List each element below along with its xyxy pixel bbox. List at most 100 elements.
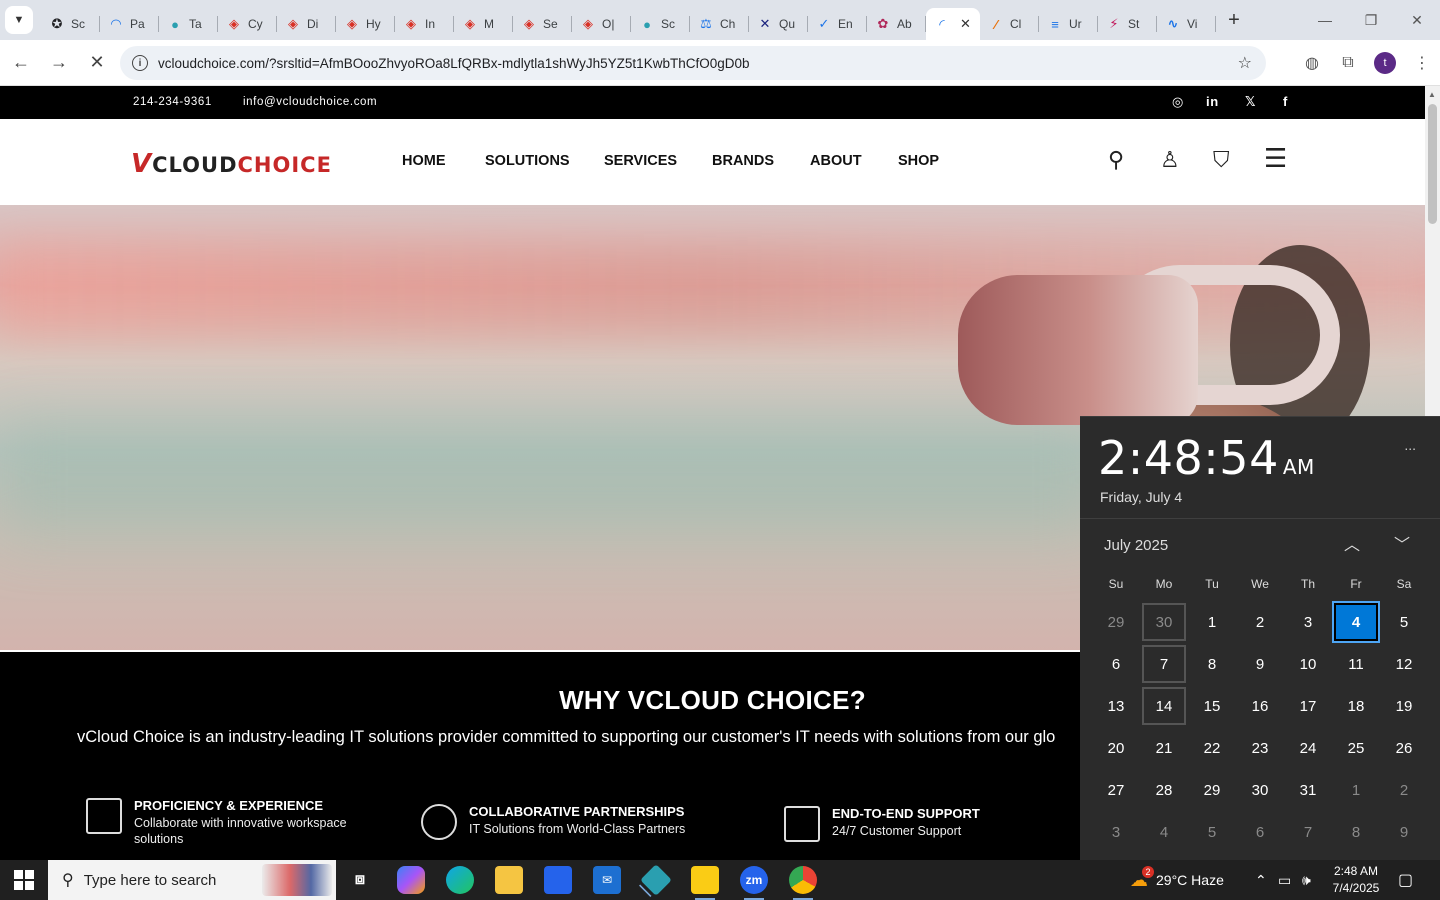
x-twitter-icon[interactable]: 𝕏 <box>1245 94 1256 110</box>
calendar-day[interactable]: 29 <box>1094 603 1138 641</box>
back-button[interactable]: ← <box>4 46 38 80</box>
browser-tab-0[interactable]: ✪ Sc <box>41 8 100 40</box>
calendar-day[interactable]: 14 <box>1142 687 1186 725</box>
browser-tab-12[interactable]: ✕ Qu <box>749 8 808 40</box>
calendar-day[interactable]: 17 <box>1286 687 1330 725</box>
close-tab-icon[interactable]: ✕ <box>960 16 971 32</box>
nav-about[interactable]: ABOUT <box>810 153 862 169</box>
calendar-day[interactable]: 8 <box>1334 813 1378 851</box>
browser-tab-1[interactable]: ◠ Pa <box>100 8 159 40</box>
taskbar-clock[interactable]: 2:48 AM 7/4/2025 <box>1330 863 1382 897</box>
chevron-up-icon[interactable]: ⌃ <box>1255 860 1267 900</box>
start-windows-icon[interactable] <box>14 870 34 890</box>
network-icon[interactable]: ▭ <box>1278 860 1291 900</box>
browser-tab-13[interactable]: ✓ En <box>808 8 867 40</box>
browser-tab-5[interactable]: ◈ Hy <box>336 8 395 40</box>
calendar-day[interactable]: 15 <box>1190 687 1234 725</box>
calendar-day[interactable]: 19 <box>1382 687 1426 725</box>
nav-home[interactable]: HOME <box>402 153 446 169</box>
menu-kebab-icon[interactable]: ⋮ <box>1404 53 1440 73</box>
calendar-day[interactable]: 2 <box>1382 771 1426 809</box>
calendar-day[interactable]: 5 <box>1382 603 1426 641</box>
calendar-day[interactable]: 30 <box>1238 771 1282 809</box>
mail-icon[interactable]: ✉ <box>593 866 621 894</box>
browser-tab-9[interactable]: ◈ O| <box>572 8 631 40</box>
notifications-icon[interactable]: ▢ <box>1398 860 1413 900</box>
linkedin-icon[interactable]: in <box>1206 94 1219 109</box>
address-bar[interactable]: i vcloudchoice.com/?srsltid=AfmBOooZhvyo… <box>120 46 1266 80</box>
previous-month-icon[interactable]: ︿ <box>1344 531 1360 555</box>
browser-tab-14[interactable]: ✿ Ab <box>867 8 926 40</box>
nav-services[interactable]: SERVICES <box>604 153 677 169</box>
browser-tab-after-1[interactable]: ≡ Ur <box>1039 8 1098 40</box>
site-info-icon[interactable]: i <box>132 55 148 71</box>
calendar-day[interactable]: 5 <box>1190 813 1234 851</box>
calendar-day[interactable]: 1 <box>1190 603 1234 641</box>
translate-icon[interactable]: ◍ <box>1294 53 1330 73</box>
calendar-day[interactable]: 3 <box>1094 813 1138 851</box>
browser-tab-2[interactable]: ● Ta <box>159 8 218 40</box>
calendar-day[interactable]: 2 <box>1238 603 1282 641</box>
nav-solutions[interactable]: SOLUTIONS <box>485 153 570 169</box>
calendar-day[interactable]: 4 <box>1142 813 1186 851</box>
calendar-day[interactable]: 22 <box>1190 729 1234 767</box>
calendar-day[interactable]: 25 <box>1334 729 1378 767</box>
calendar-day[interactable]: 9 <box>1382 813 1426 851</box>
browser-tab-8[interactable]: ◈ Se <box>513 8 572 40</box>
nav-brands[interactable]: BRANDS <box>712 153 774 169</box>
calendar-day[interactable]: 20 <box>1094 729 1138 767</box>
shopping-bag-icon[interactable]: ⛉ <box>1213 147 1230 173</box>
calendar-day[interactable]: 8 <box>1190 645 1234 683</box>
sticky-notes-icon[interactable] <box>691 866 719 900</box>
new-tab-button[interactable]: + <box>1220 6 1248 34</box>
browser-tab-10[interactable]: ● Sc <box>631 8 690 40</box>
calendar-day[interactable]: 27 <box>1094 771 1138 809</box>
vcloudchoice-logo[interactable]: VCLOUDCHOICE <box>131 149 332 179</box>
edge-browser-icon[interactable] <box>446 866 474 894</box>
calendar-day[interactable]: 7 <box>1286 813 1330 851</box>
microsoft-store-icon[interactable] <box>544 866 572 894</box>
search-icon[interactable]: ⚲ <box>1108 147 1124 173</box>
calendar-day[interactable]: 7 <box>1142 645 1186 683</box>
calendar-day[interactable]: 1 <box>1334 771 1378 809</box>
restore-icon[interactable]: ❐ <box>1348 0 1394 40</box>
close-window-icon[interactable]: ✕ <box>1394 0 1440 40</box>
next-month-icon[interactable]: ﹀ <box>1394 531 1410 555</box>
browser-tab-3[interactable]: ◈ Cy <box>218 8 277 40</box>
app-diamond-icon[interactable] <box>640 864 672 896</box>
scroll-up-icon[interactable]: ▲ <box>1428 90 1436 99</box>
calendar-day[interactable]: 24 <box>1286 729 1330 767</box>
browser-tab-after-3[interactable]: ∿ Vi <box>1157 8 1216 40</box>
browser-tab-4[interactable]: ◈ Di <box>277 8 336 40</box>
stop-loading-button[interactable]: ✕ <box>80 46 114 80</box>
account-icon[interactable]: ♙ <box>1160 147 1180 173</box>
browser-tab-6[interactable]: ◈ In <box>395 8 454 40</box>
more-options-icon[interactable]: ... <box>1404 437 1416 453</box>
calendar-day[interactable]: 4 <box>1332 601 1380 643</box>
calendar-month-label[interactable]: July 2025 <box>1104 537 1168 554</box>
minimize-icon[interactable]: — <box>1302 0 1348 40</box>
calendar-day[interactable]: 23 <box>1238 729 1282 767</box>
tab-search-button[interactable]: ▼ <box>5 6 33 34</box>
weather-widget[interactable]: ☁ 2 29°C Haze <box>1130 860 1224 900</box>
forward-button[interactable]: → <box>42 46 76 80</box>
contact-email[interactable]: info@vcloudchoice.com <box>243 96 377 108</box>
browser-tab-after-2[interactable]: ⚡ St <box>1098 8 1157 40</box>
browser-tab-11[interactable]: ⚖ Ch <box>690 8 749 40</box>
calendar-day[interactable]: 26 <box>1382 729 1426 767</box>
nav-shop[interactable]: SHOP <box>898 153 939 169</box>
calendar-day[interactable]: 21 <box>1142 729 1186 767</box>
instagram-icon[interactable]: ◎ <box>1172 94 1184 110</box>
chrome-icon[interactable] <box>789 866 817 900</box>
calendar-day[interactable]: 6 <box>1094 645 1138 683</box>
calendar-day[interactable]: 10 <box>1286 645 1330 683</box>
zoom-icon[interactable]: zm <box>740 866 768 900</box>
contact-phone[interactable]: 214-234-9361 <box>133 96 212 108</box>
flyout-date[interactable]: Friday, July 4 <box>1100 489 1182 505</box>
calendar-day[interactable]: 31 <box>1286 771 1330 809</box>
volume-icon[interactable]: 🕪 <box>1302 860 1311 900</box>
scrollbar-thumb[interactable] <box>1428 104 1437 224</box>
browser-tab-active[interactable]: ◜ ✕ <box>926 8 980 40</box>
calendar-day[interactable]: 29 <box>1190 771 1234 809</box>
taskbar-search-box[interactable]: ⚲ Type here to search <box>48 860 336 900</box>
